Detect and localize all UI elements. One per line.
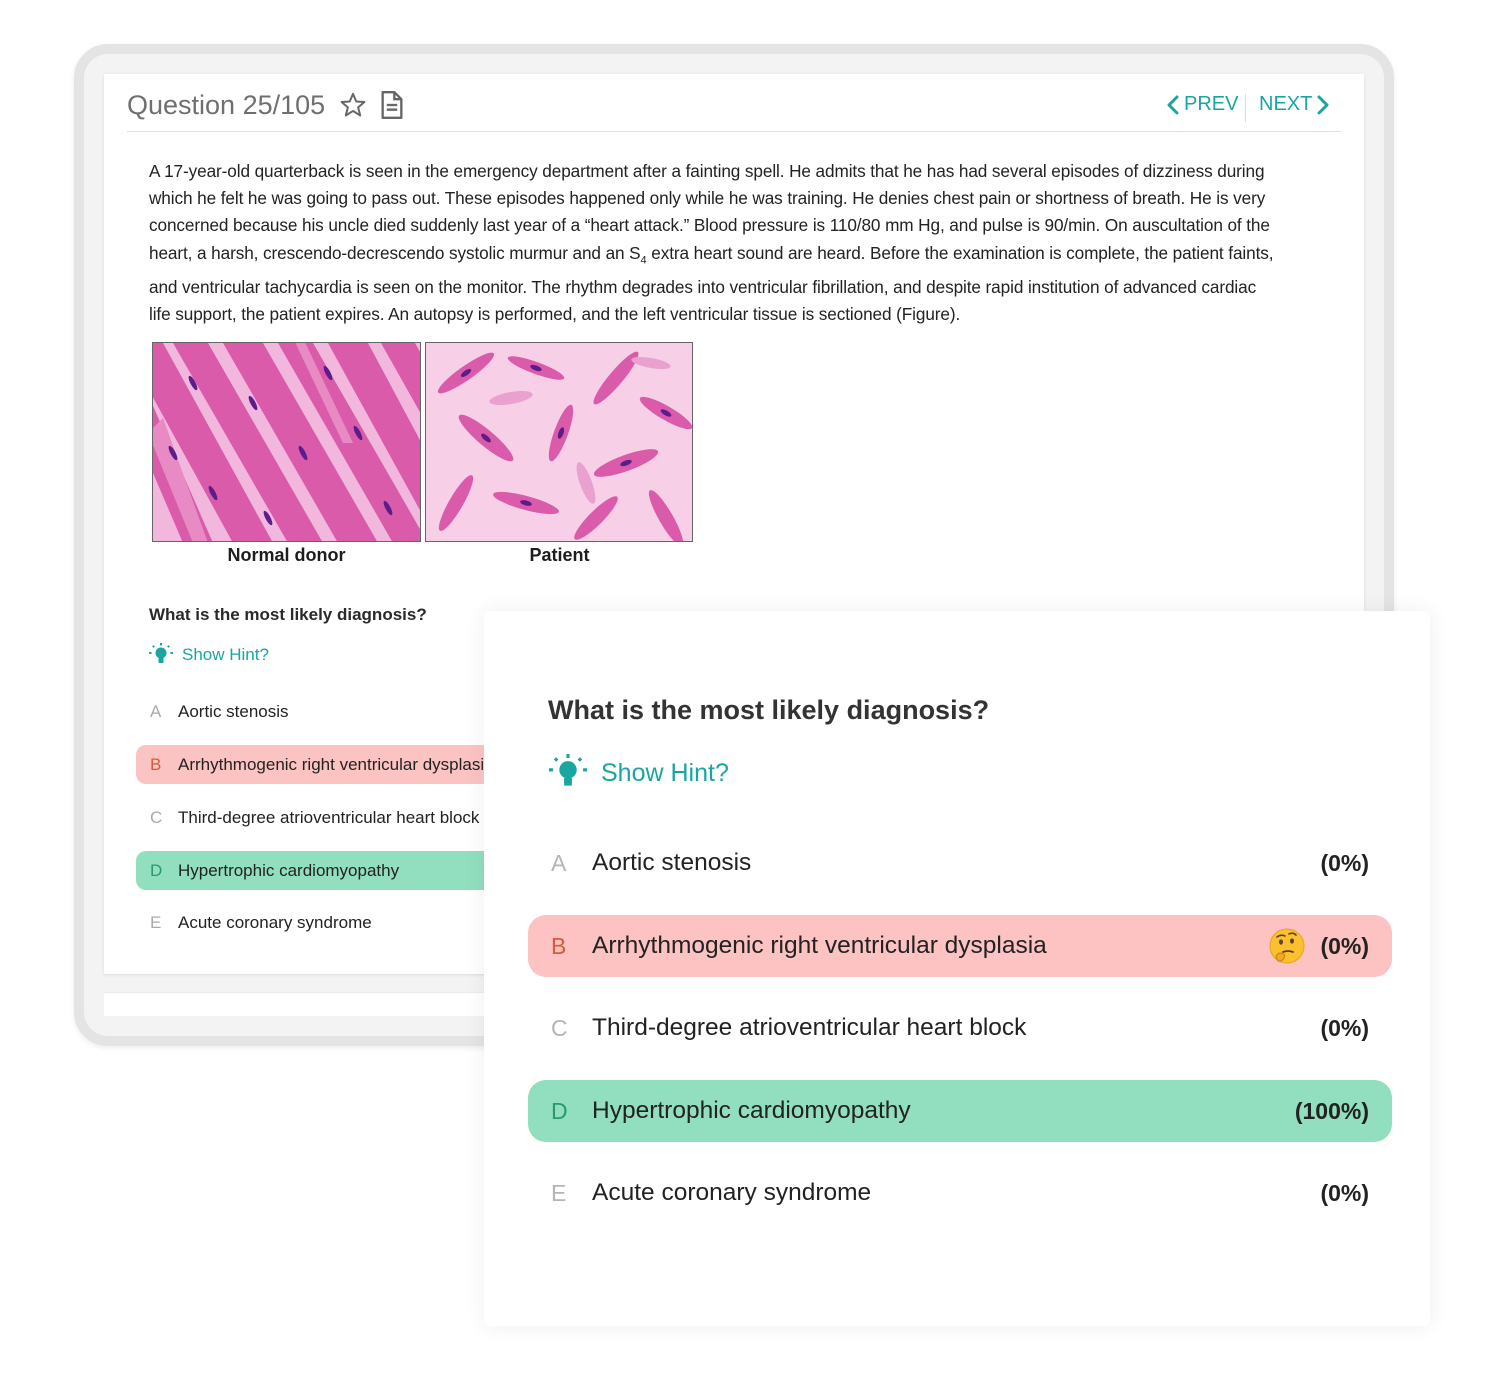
option-text: Third-degree atrioventricular heart bloc… [592, 1014, 1027, 1041]
stem-line: A 17-year-old quarterback is seen in the… [149, 161, 1265, 181]
stem-line: life support, the patient expires. An au… [149, 304, 961, 325]
stem-line: concerned because his uncle died suddenl… [149, 215, 1270, 236]
thinking-face-icon [1269, 928, 1305, 964]
option-c-small[interactable]: C Third-degree atrioventricular heart bl… [136, 798, 508, 837]
stem-line: heart, a harsh, crescendo-decrescendo sy… [149, 240, 1289, 275]
header-divider [127, 131, 1341, 132]
option-a-small[interactable]: A Aortic stenosis [136, 692, 508, 731]
option-percent: (100%) [1294, 1097, 1369, 1124]
option-letter: C [150, 807, 163, 827]
option-text: Hypertrophic cardiomyopathy [178, 860, 400, 880]
chevron-left-icon [1167, 95, 1179, 114]
star-icon[interactable] [339, 91, 367, 119]
next-label: NEXT [1259, 93, 1313, 115]
option-text: Aortic stenosis [178, 701, 289, 721]
option-a[interactable]: A Aortic stenosis (0%) [528, 832, 1392, 894]
question-stem: A 17-year-old quarterback is seen in the… [149, 158, 1289, 329]
option-text: Third-degree atrioventricular heart bloc… [178, 807, 480, 827]
prev-label: PREV [1184, 93, 1239, 115]
stem-text: extra heart sound are heard. Before the … [646, 242, 1274, 263]
option-e[interactable]: E Acute coronary syndrome (0%) [528, 1162, 1392, 1224]
figure-normal-donor [152, 342, 421, 542]
option-letter: C [551, 1014, 568, 1041]
option-letter: B [150, 754, 162, 774]
chevron-right-icon [1317, 95, 1329, 114]
figure-label-normal: Normal donor [227, 545, 346, 565]
lightbulb-icon [149, 643, 173, 663]
next-button[interactable]: NEXT [1259, 93, 1330, 116]
option-c[interactable]: C Third-degree atrioventricular heart bl… [528, 997, 1392, 1059]
option-percent: (0%) [1320, 1179, 1369, 1206]
option-d[interactable]: D Hypertrophic cardiomyopathy (100%) [528, 1080, 1392, 1142]
option-e-small[interactable]: E Acute coronary syndrome [136, 903, 508, 942]
show-hint-button[interactable]: Show Hint? [148, 643, 269, 667]
option-letter: D [150, 860, 163, 880]
option-text: Arrhythmogenic right ventricular dysplas… [592, 932, 1047, 959]
stem-line: and ventricular tachycardia is seen on t… [149, 277, 1257, 298]
option-text: Hypertrophic cardiomyopathy [592, 1097, 911, 1124]
question-prompt-large: What is the most likely diagnosis? [548, 695, 990, 725]
option-percent: (0%) [1320, 1014, 1369, 1041]
show-hint-label: Show Hint? [182, 645, 269, 664]
option-letter: E [551, 1179, 567, 1206]
option-text: Acute coronary syndrome [592, 1179, 872, 1206]
stem-text: heart, a harsh, crescendo-decrescendo sy… [149, 242, 641, 263]
option-letter: A [150, 701, 162, 721]
option-letter: E [150, 912, 162, 932]
option-percent: (0%) [1320, 849, 1369, 876]
question-prompt: What is the most likely diagnosis? [149, 605, 427, 624]
option-b[interactable]: B Arrhythmogenic right ventricular dyspl… [528, 915, 1392, 977]
document-icon[interactable] [380, 91, 404, 119]
stem-line: which he felt he was going to pass out. … [149, 188, 1266, 209]
option-letter: D [551, 1097, 568, 1124]
option-text: Aortic stenosis [592, 849, 752, 876]
nav-divider [1245, 94, 1246, 122]
lightbulb-icon [549, 754, 587, 786]
option-b-small[interactable]: B Arrhythmogenic right ventricular dyspl… [136, 745, 508, 784]
figure-patient [425, 342, 693, 542]
option-letter: A [551, 849, 567, 876]
question-counter: Question 25/105 [127, 90, 326, 120]
option-letter: B [551, 932, 567, 959]
option-d-small[interactable]: D Hypertrophic cardiomyopathy [136, 851, 508, 890]
option-percent: (0%) [1320, 932, 1369, 959]
figure-label-patient: Patient [529, 545, 590, 565]
prev-button[interactable]: PREV [1166, 93, 1238, 116]
show-hint-button-large[interactable]: Show Hint? [547, 754, 729, 792]
show-hint-label: Show Hint? [601, 758, 729, 787]
option-text: Arrhythmogenic right ventricular dysplas… [178, 754, 494, 774]
option-text: Acute coronary syndrome [178, 912, 372, 932]
